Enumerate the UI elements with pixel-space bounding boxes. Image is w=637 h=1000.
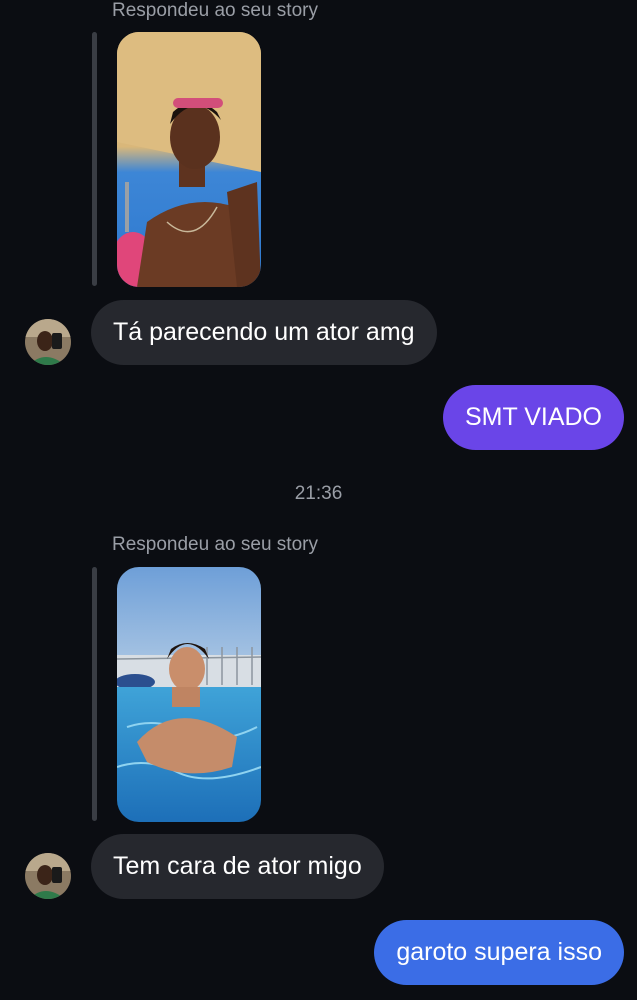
incoming-message[interactable]: Tem cara de ator migo [91,834,384,899]
story-photo-selfie [117,32,261,287]
avatar-icon [25,853,71,899]
contact-avatar[interactable] [25,853,71,899]
reply-quote-bar [92,32,97,286]
outgoing-message[interactable]: SMT VIADO [442,385,624,450]
reply-quote-bar [92,567,97,821]
contact-avatar[interactable] [25,319,71,365]
story-reply-label: Respondeu ao seu story [112,0,318,21]
story-reply-label: Respondeu ao seu story [112,534,318,555]
outgoing-message[interactable]: garoto supera isso [374,920,624,985]
story-photo-pool [117,567,261,822]
story-thumbnail[interactable] [117,567,261,822]
incoming-message[interactable]: Tá parecendo um ator amg [91,300,437,365]
avatar-icon [25,319,71,365]
message-timestamp: 21:36 [294,483,343,504]
story-thumbnail[interactable] [117,32,261,287]
